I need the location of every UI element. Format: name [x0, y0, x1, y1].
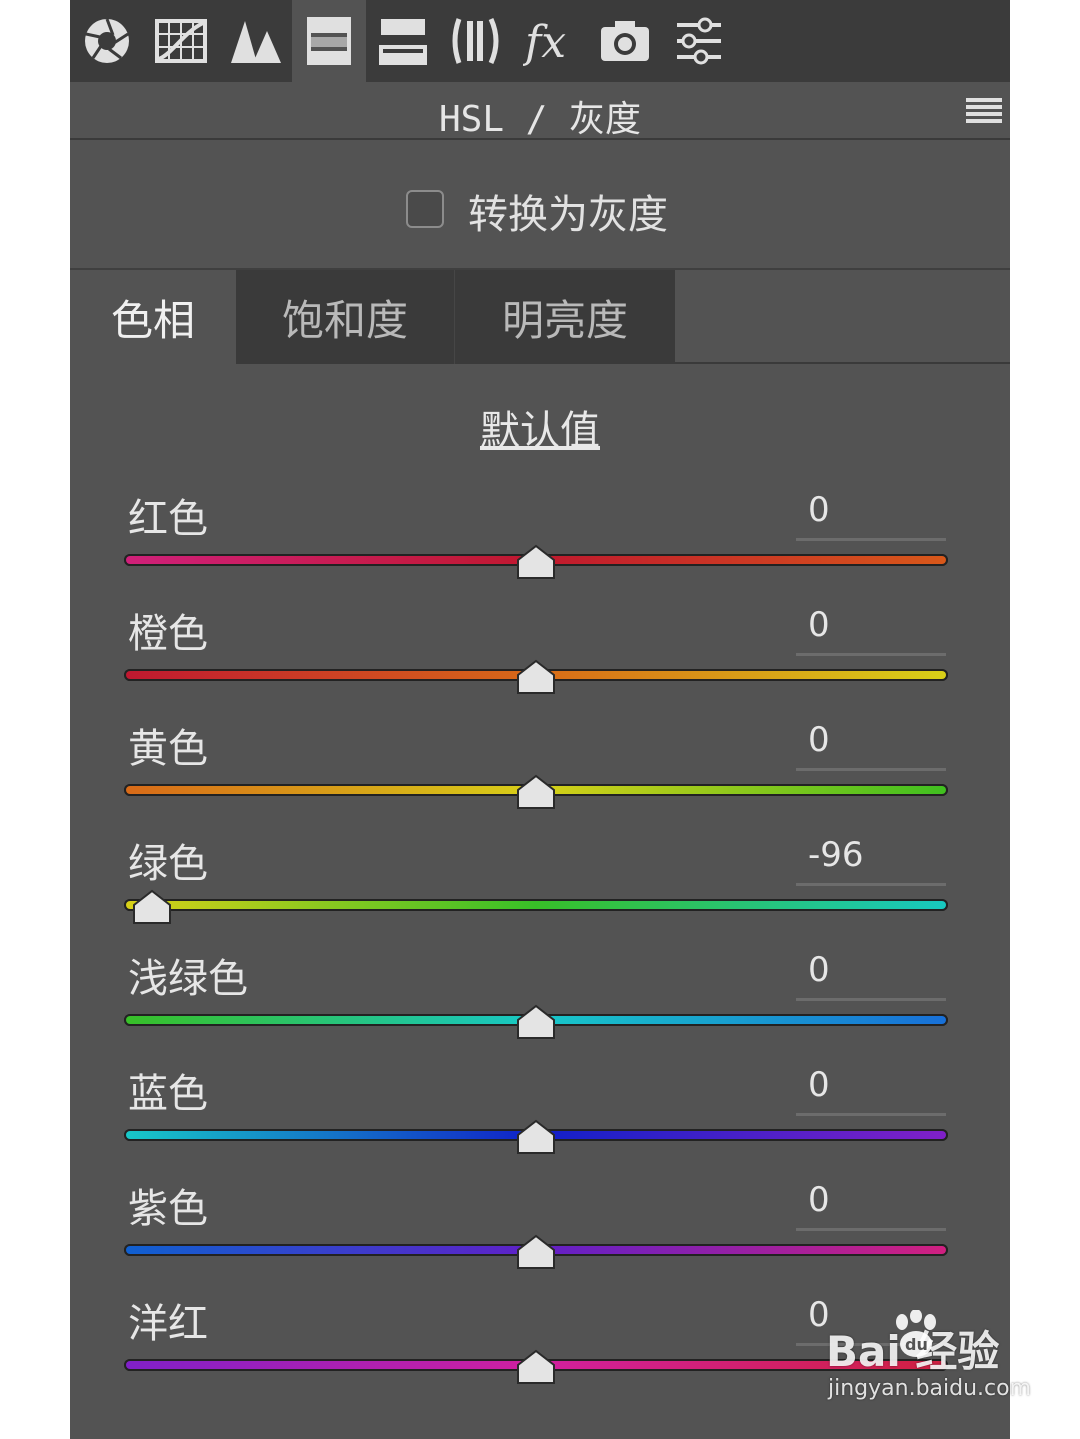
grayscale-label: 转换为灰度 [468, 192, 668, 238]
tone-curve-icon [155, 19, 207, 63]
watermark: Bai 经验 du jingyan.baidu.com [826, 1310, 1031, 1418]
value-underline [796, 883, 946, 886]
slider-value-field[interactable]: 0 [796, 1065, 946, 1105]
slider-label: 黄色 [128, 726, 208, 772]
tool-tone-curve[interactable] [144, 0, 218, 82]
slider-label: 绿色 [128, 841, 208, 887]
slider-row: 蓝色 0 [70, 1065, 1010, 1182]
value-underline [796, 998, 946, 1001]
tool-camera-calibration[interactable] [588, 0, 662, 82]
lens-corrections-icon [452, 17, 499, 65]
tool-split-toning[interactable] [366, 0, 440, 82]
tool-basic[interactable] [70, 0, 144, 82]
slider-thumb[interactable] [516, 1119, 556, 1155]
tab-hue[interactable]: 色相 [70, 270, 236, 364]
slider-thumb[interactable] [516, 544, 556, 580]
slider-label: 浅绿色 [128, 956, 248, 1002]
slider-row: 黄色 0 [70, 720, 1010, 837]
hsl-grayscale-icon [307, 17, 351, 65]
menu-icon [966, 98, 1002, 123]
slider-value-field[interactable]: 0 [796, 950, 946, 990]
svg-text:fx: fx [523, 17, 566, 68]
slider-thumb[interactable] [132, 889, 172, 925]
tool-hsl[interactable] [292, 0, 366, 82]
tab-luminance[interactable]: 明亮度 [454, 270, 675, 364]
detail-icon [231, 21, 281, 63]
hsl-tabs: 色相 饱和度 明亮度 [70, 270, 1010, 364]
svg-text:du: du [905, 1335, 928, 1354]
paw-logo-icon: du [896, 1310, 936, 1357]
slider-row: 浅绿色 0 [70, 950, 1010, 1067]
value-underline [796, 1113, 946, 1116]
value-underline [796, 653, 946, 656]
slider-thumb[interactable] [516, 1349, 556, 1385]
value-underline [796, 538, 946, 541]
slider-value-field[interactable]: 0 [796, 1180, 946, 1220]
effects-fx-icon: fx [523, 17, 566, 68]
tool-presets[interactable] [662, 0, 736, 82]
slider-gradient [126, 901, 946, 909]
slider-value-field[interactable]: -96 [796, 835, 946, 875]
grayscale-checkbox[interactable] [406, 190, 444, 228]
tool-detail[interactable] [218, 0, 292, 82]
grayscale-row: 转换为灰度 [70, 140, 1010, 270]
watermark-url: jingyan.baidu.com [828, 1376, 1032, 1401]
slider-label: 橙色 [128, 611, 208, 657]
default-link[interactable]: 默认值 [70, 398, 1010, 456]
slider-label: 紫色 [128, 1186, 208, 1232]
value-underline [796, 1228, 946, 1231]
tool-lens-corrections[interactable] [440, 0, 514, 82]
slider-thumb[interactable] [516, 774, 556, 810]
panel-title: HSL / 灰度 [438, 99, 642, 140]
hsl-panel: fx HSL / 灰度 转换为灰度 色相 饱和度 明亮度 默认值 红色 0 橙色… [70, 0, 1010, 1439]
slider-thumb[interactable] [516, 1004, 556, 1040]
basic-aperture-icon [85, 18, 129, 63]
tool-effects[interactable]: fx [514, 0, 588, 82]
value-underline [796, 768, 946, 771]
panel-toolbar: fx [70, 0, 1010, 82]
camera-calibration-icon [601, 21, 649, 61]
slider-track[interactable] [124, 899, 948, 911]
slider-label: 洋红 [128, 1301, 208, 1347]
slider-value-field[interactable]: 0 [796, 605, 946, 645]
panel-menu-button[interactable] [966, 96, 1002, 124]
tabs-divider [674, 362, 1010, 364]
slider-row: 红色 0 [70, 490, 1010, 607]
slider-row: 紫色 0 [70, 1180, 1010, 1297]
split-toning-icon [379, 19, 427, 65]
slider-label: 蓝色 [128, 1071, 208, 1117]
slider-value-field[interactable]: 0 [796, 490, 946, 530]
presets-sliders-icon [677, 17, 721, 65]
slider-row: 橙色 0 [70, 605, 1010, 722]
slider-value-field[interactable]: 0 [796, 720, 946, 760]
tab-saturation[interactable]: 饱和度 [236, 270, 454, 364]
slider-label: 红色 [128, 496, 208, 542]
panel-header: HSL / 灰度 [70, 82, 1010, 140]
slider-row: 绿色 -96 [70, 835, 1010, 952]
slider-thumb[interactable] [516, 659, 556, 695]
slider-thumb[interactable] [516, 1234, 556, 1270]
